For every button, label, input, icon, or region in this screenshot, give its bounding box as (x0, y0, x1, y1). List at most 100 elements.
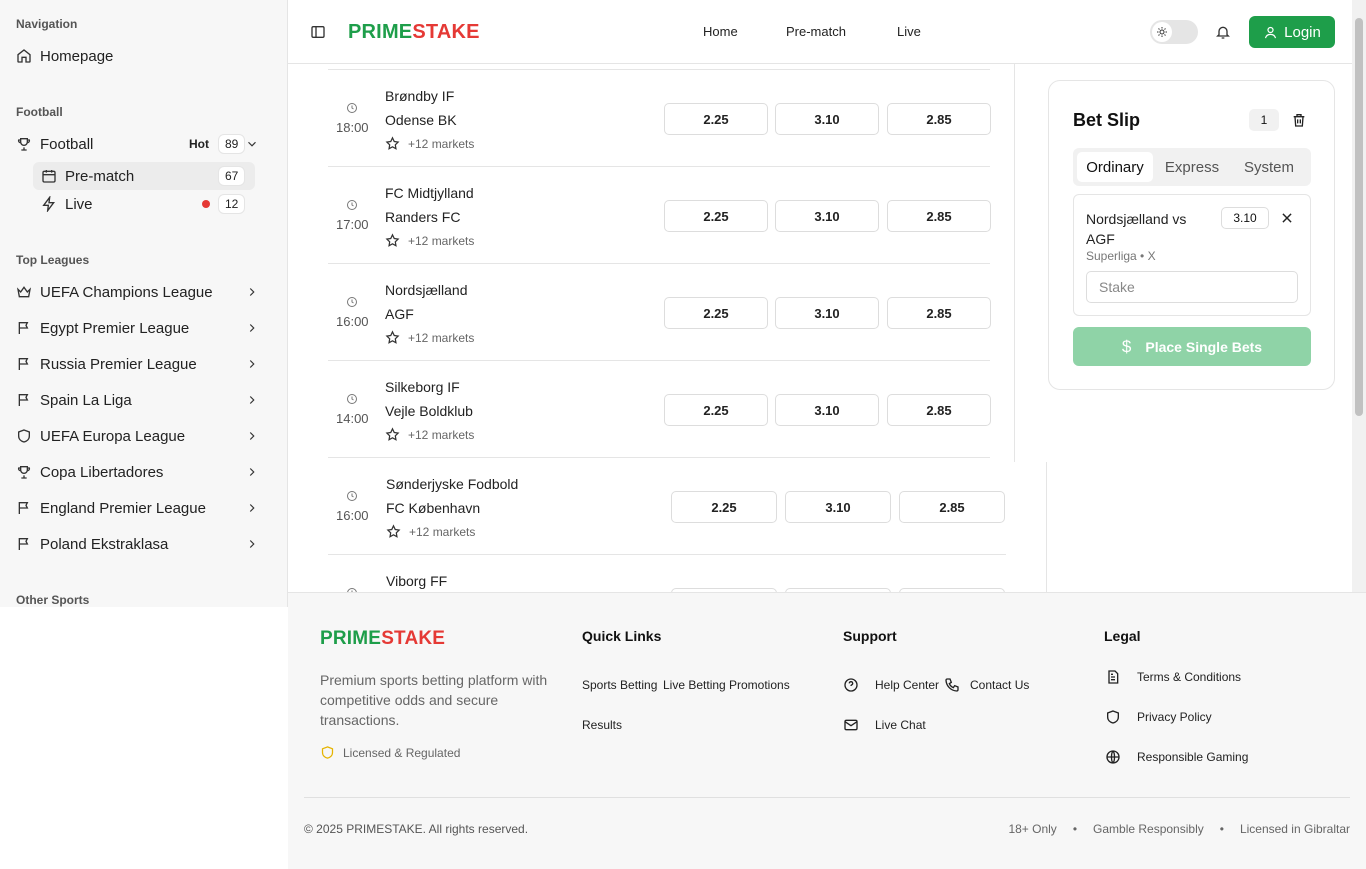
star-icon[interactable] (385, 427, 400, 442)
sidebar-item-league[interactable]: Poland Ekstraklasa (16, 530, 271, 558)
link-promotions[interactable]: Promotions (729, 678, 790, 692)
markets-label: +12 markets (408, 136, 475, 151)
odd-home[interactable]: 2.25 (664, 200, 768, 232)
match-row: 14:00 Silkeborg IF Vejle Boldklub +12 ma… (328, 361, 991, 458)
chevron-down-icon[interactable] (245, 137, 259, 151)
sidebar-item-league[interactable]: UEFA Champions League (16, 278, 271, 306)
live-dot (202, 200, 210, 208)
lightning-icon (42, 196, 55, 212)
link-label: Terms & Conditions (1137, 670, 1242, 684)
licensed-badge: Licensed & Regulated (320, 745, 460, 760)
odd-draw[interactable]: 3.10 (775, 103, 879, 135)
close-icon[interactable] (1280, 211, 1294, 225)
more-markets[interactable]: +12 markets (385, 330, 474, 345)
sidebar: Navigation Homepage Football Football Ho… (0, 0, 288, 607)
clock-icon (347, 394, 357, 404)
markets-label: +12 markets (409, 524, 476, 539)
away-team: FC København (386, 500, 481, 516)
sidebar-item-league[interactable]: England Premier League (16, 494, 271, 522)
odd-home[interactable]: 2.25 (671, 491, 777, 523)
clock-icon (347, 491, 357, 501)
footer-divider (304, 797, 1350, 798)
link-sports-betting[interactable]: Sports Betting (582, 678, 657, 692)
sun-icon (1157, 27, 1167, 37)
sidebar-item-league[interactable]: Copa Libertadores (16, 458, 271, 486)
user-icon (1265, 26, 1277, 38)
link-label: Contact Us (970, 678, 1030, 692)
sidebar-toggle-icon[interactable] (310, 24, 326, 40)
sidebar-item-homepage[interactable]: Homepage (16, 42, 271, 70)
logo[interactable]: PRIMESTAKE (348, 21, 480, 44)
chevron-right-icon (249, 432, 255, 440)
star-icon[interactable] (385, 330, 400, 345)
more-markets[interactable]: +12 markets (386, 524, 475, 539)
nav-prematch[interactable]: Pre-match (786, 24, 846, 39)
match-time: 16:00 (336, 314, 369, 329)
home-icon (17, 49, 31, 63)
chevron-right-icon (249, 396, 255, 404)
copyright: © 2025 PRIMESTAKE. All rights reserved. (304, 822, 529, 836)
nav-home[interactable]: Home (703, 24, 738, 39)
more-markets[interactable]: +12 markets (385, 136, 474, 151)
flag-icon (18, 538, 29, 550)
sidebar-item-league[interactable]: Egypt Premier League (16, 314, 271, 342)
odd-away[interactable]: 2.85 (899, 491, 1005, 523)
star-icon[interactable] (385, 233, 400, 248)
odd-away[interactable]: 2.85 (887, 394, 991, 426)
tab-system[interactable]: System (1231, 152, 1307, 182)
footer: PRIMESTAKE Premium sports betting platfo… (288, 592, 1366, 869)
odd-home[interactable]: 2.25 (664, 394, 768, 426)
match-time: 14:00 (336, 411, 369, 426)
star-icon[interactable] (386, 524, 401, 539)
link-responsible-gaming[interactable]: Responsible Gaming (1105, 749, 1248, 765)
link-privacy[interactable]: Privacy Policy (1105, 709, 1212, 725)
more-markets[interactable]: +12 markets (385, 427, 474, 442)
legal-title: Legal (1104, 628, 1141, 644)
bell-icon[interactable] (1215, 24, 1231, 40)
link-contact-us[interactable]: Contact Us (944, 677, 1029, 693)
link-results[interactable]: Results (582, 718, 622, 732)
trash-icon[interactable] (1291, 112, 1307, 128)
match-row: 17:00 FC Midtjylland Randers FC +12 mark… (328, 167, 991, 264)
home-team: Viborg FF (386, 573, 448, 589)
theme-toggle[interactable] (1150, 20, 1198, 44)
sidebar-item-league[interactable]: Spain La Liga (16, 386, 271, 414)
footer-notices: 18+ Only • Gamble Responsibly • Licensed… (1008, 822, 1350, 836)
flag-icon (18, 322, 29, 334)
scrollbar-thumb[interactable] (1355, 18, 1363, 416)
divider (1046, 462, 1047, 592)
odd-away[interactable]: 2.85 (887, 297, 991, 329)
login-button[interactable]: Login (1249, 16, 1335, 48)
link-live-chat[interactable]: Live Chat (843, 717, 926, 733)
sidebar-item-league[interactable]: Russia Premier League (16, 350, 271, 378)
odd-home[interactable]: 2.25 (664, 103, 768, 135)
flag-icon (18, 358, 29, 370)
odd-away[interactable]: 2.85 (887, 200, 991, 232)
more-markets[interactable]: +12 markets (385, 233, 474, 248)
match-row: 18:00 Brøndby IF Odense BK +12 markets 2… (328, 70, 991, 167)
markets-label: +12 markets (408, 233, 475, 248)
sidebar-item-league[interactable]: UEFA Europa League (16, 422, 271, 450)
tab-express[interactable]: Express (1153, 152, 1231, 182)
logo-part-stake: STAKE (381, 628, 446, 649)
place-bets-button[interactable]: $ Place Single Bets (1073, 327, 1311, 366)
home-team: Sønderjyske Fodbold (386, 476, 519, 492)
away-team: Vejle Boldklub (385, 403, 473, 419)
odd-home[interactable]: 2.25 (664, 297, 768, 329)
tab-ordinary[interactable]: Ordinary (1077, 152, 1153, 182)
odd-draw[interactable]: 3.10 (785, 491, 891, 523)
odd-draw[interactable]: 3.10 (775, 200, 879, 232)
odd-draw[interactable]: 3.10 (775, 297, 879, 329)
bet-type-tabs: Ordinary Express System (1073, 148, 1311, 186)
link-terms[interactable]: Terms & Conditions (1105, 669, 1241, 685)
nav-live[interactable]: Live (897, 24, 921, 39)
shield-icon (1107, 710, 1119, 724)
bet-slip-title: Bet Slip (1073, 110, 1141, 130)
stake-input[interactable] (1086, 271, 1298, 303)
odd-draw[interactable]: 3.10 (775, 394, 879, 426)
star-icon[interactable] (385, 136, 400, 151)
link-help-center[interactable]: Help Center (843, 677, 939, 693)
link-live-betting[interactable]: Live Betting (663, 678, 726, 692)
odd-away[interactable]: 2.85 (887, 103, 991, 135)
shield-icon (18, 429, 30, 443)
